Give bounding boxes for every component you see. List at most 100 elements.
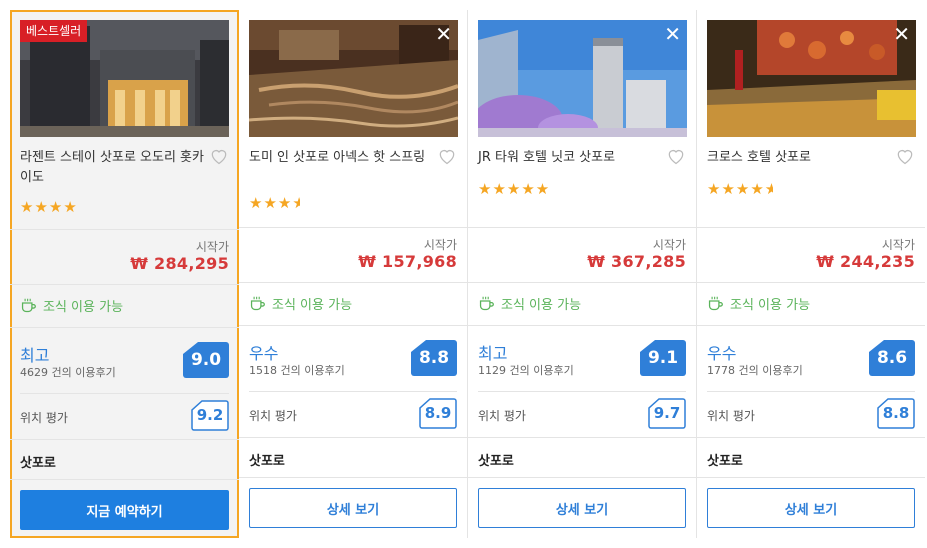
close-icon[interactable]: ✕ (435, 24, 452, 44)
hotel-card-3: ✕ JR 타워 호텔 닛코 삿포로 ★★★★★ 시작가 ₩ 367,285 조식… (468, 10, 697, 538)
breakfast-info: 조식 이용 가능 (707, 294, 810, 313)
location-score-badge: 8.9 (419, 398, 457, 429)
half-star-icon: ★ (764, 180, 773, 198)
action-section: 상세 보기 (239, 477, 467, 538)
breakfast-section: 조식 이용 가능 (697, 282, 925, 325)
city-section: 삿포로 (10, 439, 239, 479)
coffee-cup-icon (708, 296, 723, 311)
star-rating: ★★★★ (249, 194, 300, 212)
star-rating: ★★★★★ (707, 180, 773, 198)
location-score: 8.8 (882, 404, 910, 422)
city-section: 삿포로 (697, 437, 925, 477)
location-label: 위치 평가 (707, 409, 755, 423)
review-count[interactable]: 1518 건의 이용후기 (249, 362, 345, 378)
rating-word: 우수 (249, 344, 279, 363)
breakfast-label: 조식 이용 가능 (272, 298, 353, 313)
breakfast-label: 조식 이용 가능 (501, 298, 582, 313)
review-score: 9.1 (647, 348, 679, 368)
hotel-photo[interactable]: ✕ (249, 20, 458, 137)
city-name: 삿포로 (249, 454, 285, 469)
price-value: ₩ 367,285 (587, 252, 686, 271)
rating-word: 최고 (478, 344, 508, 363)
review-score: 8.8 (418, 348, 450, 368)
rating-word: 최고 (20, 346, 50, 365)
hotel-name[interactable]: 라젠트 스테이 삿포로 오도리 홋카이도 (20, 148, 206, 188)
hotel-photo[interactable]: 베스트셀러 (20, 20, 229, 137)
heart-icon[interactable] (895, 146, 915, 166)
divider (20, 393, 229, 394)
rating-section: 우수 1518 건의 이용후기 8.8 위치 평가 8.9 (239, 325, 467, 437)
breakfast-info: 조식 이용 가능 (20, 296, 123, 315)
review-score: 8.6 (876, 348, 908, 368)
review-count[interactable]: 4629 건의 이용후기 (20, 364, 116, 380)
price-section: 시작가 ₩ 367,285 (468, 227, 696, 282)
view-details-button[interactable]: 상세 보기 (249, 488, 457, 528)
breakfast-info: 조식 이용 가능 (249, 294, 352, 313)
location-score-badge: 9.2 (191, 400, 229, 431)
hotel-comparison: 베스트셀러 라젠트 스테이 삿포로 오도리 홋카이도 ★★★★ 시작가 ₩ 28… (10, 10, 925, 538)
hotel-photo[interactable]: ✕ (478, 20, 687, 137)
review-score-badge: 9.1 (640, 340, 686, 376)
review-score: 9.0 (190, 350, 222, 370)
rating-word: 우수 (707, 344, 737, 363)
heart-icon[interactable] (666, 146, 686, 166)
price-section: 시작가 ₩ 244,235 (697, 227, 925, 282)
price-section: 시작가 ₩ 157,968 (239, 227, 467, 282)
rating-section: 최고 4629 건의 이용후기 9.0 위치 평가 9.2 (10, 327, 239, 439)
review-score-badge: 8.6 (869, 340, 915, 376)
price-from-label: 시작가 (881, 238, 915, 252)
hotel-card-2: ✕ 도미 인 삿포로 아넥스 핫 스프링 ★★★★ 시작가 ₩ 157,968 … (239, 10, 468, 538)
hotel-name[interactable]: JR 타워 호텔 닛코 삿포로 (478, 148, 664, 168)
location-label: 위치 평가 (249, 409, 297, 423)
price-from-label: 시작가 (423, 238, 457, 252)
breakfast-section: 조식 이용 가능 (468, 282, 696, 325)
location-score: 8.9 (424, 404, 452, 422)
coffee-cup-icon (250, 296, 265, 311)
price-value: ₩ 284,295 (130, 254, 229, 273)
review-count[interactable]: 1129 건의 이용후기 (478, 362, 574, 378)
review-score-badge: 9.0 (183, 342, 229, 378)
divider (249, 391, 457, 392)
price-value: ₩ 244,235 (816, 252, 915, 271)
hotel-card-4: ✕ 크로스 호텔 삿포로 ★★★★★ 시작가 ₩ 244,235 조식 이용 가… (697, 10, 925, 538)
city-section: 삿포로 (239, 437, 467, 477)
review-count[interactable]: 1778 건의 이용후기 (707, 362, 803, 378)
hotel-name[interactable]: 도미 인 삿포로 아넥스 핫 스프링 (249, 148, 435, 168)
city-section: 삿포로 (468, 437, 696, 477)
rating-section: 우수 1778 건의 이용후기 8.6 위치 평가 8.8 (697, 325, 925, 437)
breakfast-info: 조식 이용 가능 (478, 294, 581, 313)
view-details-button[interactable]: 상세 보기 (478, 488, 686, 528)
coffee-cup-icon (479, 296, 494, 311)
view-details-button[interactable]: 상세 보기 (707, 488, 915, 528)
location-score-badge: 9.7 (648, 398, 686, 429)
star-rating: ★★★★★ (478, 180, 551, 198)
city-name: 삿포로 (707, 454, 743, 469)
breakfast-section: 조식 이용 가능 (10, 284, 239, 327)
star-rating-full: ★★★ (249, 194, 293, 212)
action-section: 지금 예약하기 (10, 479, 239, 540)
star-rating: ★★★★ (20, 198, 78, 216)
heart-icon[interactable] (209, 146, 229, 166)
review-score-badge: 8.8 (411, 340, 457, 376)
location-label: 위치 평가 (478, 409, 526, 423)
location-label: 위치 평가 (20, 411, 68, 425)
heart-icon[interactable] (437, 146, 457, 166)
breakfast-label: 조식 이용 가능 (43, 300, 124, 315)
divider (707, 391, 915, 392)
book-now-button[interactable]: 지금 예약하기 (20, 490, 229, 530)
price-section: 시작가 ₩ 284,295 (10, 229, 239, 284)
action-section: 상세 보기 (697, 477, 925, 538)
price-from-label: 시작가 (652, 238, 686, 252)
price-value: ₩ 157,968 (358, 252, 457, 271)
hotel-name[interactable]: 크로스 호텔 삿포로 (707, 148, 893, 168)
hotel-photo[interactable]: ✕ (707, 20, 916, 137)
coffee-cup-icon (21, 298, 36, 313)
breakfast-label: 조식 이용 가능 (730, 298, 811, 313)
location-score: 9.7 (653, 404, 681, 422)
rating-section: 최고 1129 건의 이용후기 9.1 위치 평가 9.7 (468, 325, 696, 437)
close-icon[interactable]: ✕ (893, 24, 910, 44)
half-star-icon: ★ (292, 194, 301, 212)
hotel-card-1: 베스트셀러 라젠트 스테이 삿포로 오도리 홋카이도 ★★★★ 시작가 ₩ 28… (10, 10, 239, 538)
close-icon[interactable]: ✕ (664, 24, 681, 44)
location-score-badge: 8.8 (877, 398, 915, 429)
